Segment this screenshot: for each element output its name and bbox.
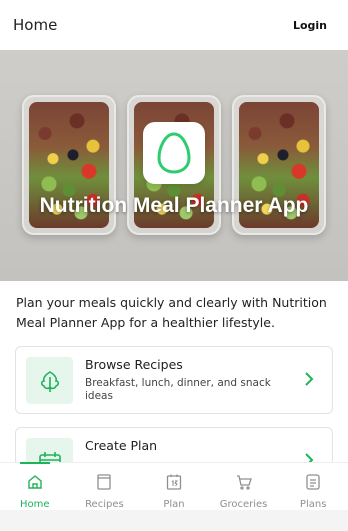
leaf-icon: [26, 357, 73, 404]
nav-label: Plans: [299, 499, 327, 510]
chevron-right-icon: [304, 371, 314, 391]
card-title: Create Plan: [85, 438, 158, 453]
nav-plans[interactable]: Plans: [278, 463, 348, 510]
page-title: Home: [13, 16, 58, 34]
nav-label: Recipes: [85, 499, 124, 510]
nav-recipes[interactable]: Recipes: [70, 463, 140, 510]
hero-banner: Nutrition Meal Planner App: [0, 50, 348, 281]
intro-text: Plan your meals quickly and clearly with…: [16, 295, 327, 330]
bottom-navigation: Home Recipes Plan Groceries Plans: [0, 462, 348, 510]
nav-home[interactable]: Home: [0, 463, 70, 510]
active-tab-indicator: [20, 462, 50, 464]
nav-label: Plan: [163, 499, 185, 510]
nav-label: Home: [20, 499, 50, 510]
nav-groceries[interactable]: Groceries: [209, 463, 279, 510]
login-button[interactable]: Login: [293, 19, 327, 32]
system-bottom-bar: [0, 510, 348, 531]
card-subtitle: Breakfast, lunch, dinner, and snack idea…: [85, 377, 271, 402]
top-app-bar: Home Login: [0, 0, 348, 50]
nav-label: Groceries: [219, 499, 268, 510]
book-icon: [95, 473, 113, 495]
cart-icon: [235, 473, 253, 495]
hero-title: Nutrition Meal Planner App: [39, 194, 309, 217]
home-icon: [26, 473, 44, 495]
browse-recipes-card[interactable]: Browse Recipes Breakfast, lunch, dinner,…: [15, 346, 333, 414]
card-title: Browse Recipes: [85, 357, 183, 372]
nav-plan[interactable]: Plan: [139, 463, 209, 510]
calendar-day-icon: [165, 473, 183, 495]
list-icon: [304, 473, 322, 495]
egg-logo-icon: [143, 122, 205, 184]
